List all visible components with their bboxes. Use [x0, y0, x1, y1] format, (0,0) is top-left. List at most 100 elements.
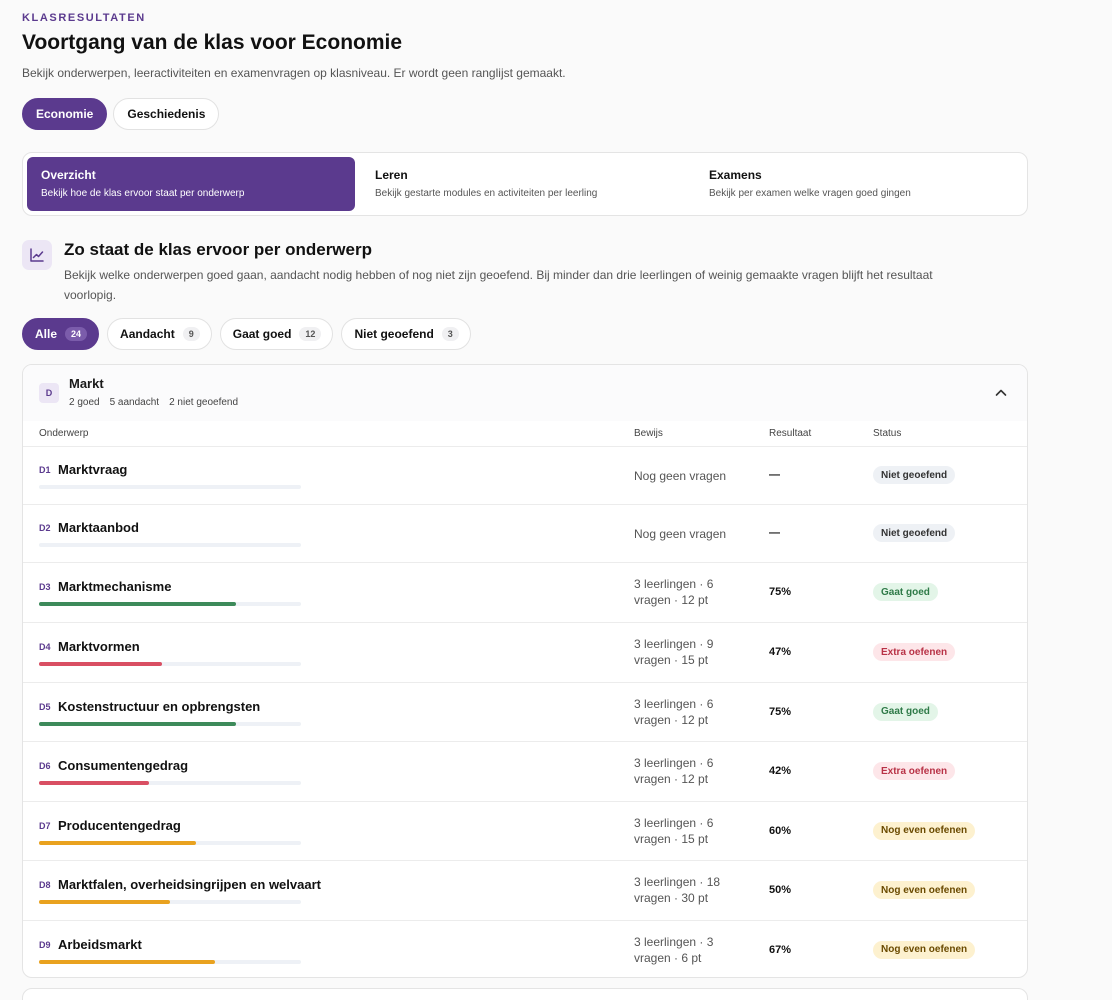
- status-badge: Nog even oefenen: [873, 821, 976, 840]
- status-badge: Nog even oefenen: [873, 881, 976, 899]
- topic-name: Marktmechanisme: [58, 579, 172, 594]
- progress-track: [39, 960, 301, 964]
- column-header-topic: Onderwerp: [39, 428, 89, 439]
- view-tab-description: Bekijk gestarte modules en activiteiten …: [375, 188, 598, 199]
- column-header-status: Status: [873, 428, 902, 439]
- progress-track: [39, 602, 301, 606]
- table-row[interactable]: D5 Kostenstructuur en opbrengsten 3 leerli…: [23, 683, 1027, 742]
- next-domain-card: [22, 988, 1028, 1000]
- result-value: —: [769, 527, 780, 539]
- table-row[interactable]: D6 Consumentengedrag 3 leerlingen · 6 vrage…: [23, 742, 1027, 802]
- filter-alle[interactable]: Alle 24: [22, 318, 100, 350]
- table-row[interactable]: D7 Producentengedrag 3 leerlingen · 6 vrage…: [23, 802, 1027, 861]
- view-tab-examens[interactable]: Examens Bekijk per examen welke vragen g…: [695, 157, 1023, 211]
- result-value: 60%: [769, 824, 792, 837]
- result-value: 42%: [769, 765, 792, 777]
- section-title: Zo staat de klas ervoor per onderwerp: [64, 240, 372, 259]
- evidence-line: vragen · 30 pt: [634, 891, 709, 905]
- status-filters: Alle 24 Aandacht 9 Gaat goed 12 Niet geo…: [22, 318, 471, 350]
- progress-fill: [39, 662, 163, 666]
- progress-track: [39, 841, 301, 845]
- evidence-line: vragen · 15 pt: [634, 832, 709, 846]
- progress-fill: [39, 781, 150, 785]
- table-header: Onderwerp Bewijs Resultaat Status: [23, 421, 1027, 447]
- progress-track: [39, 485, 301, 489]
- filter-aandacht[interactable]: Aandacht 9: [107, 318, 212, 350]
- summary-not-practiced: 2 niet geoefend: [169, 397, 239, 408]
- progress-track: [39, 543, 301, 547]
- result-value: 75%: [769, 586, 792, 598]
- topic-name: Kostenstructuur en opbrengsten: [58, 699, 261, 714]
- page-title: Voortgang van de klas voor Economie: [22, 31, 403, 54]
- table-row[interactable]: D4 Marktvormen 3 leerlingen · 9 vragen · 15…: [23, 623, 1027, 683]
- topic-code: D8: [39, 880, 51, 890]
- section-description: Bekijk welke onderwerpen goed gaan, aand…: [64, 268, 933, 302]
- filter-count: 9: [182, 327, 200, 341]
- view-tabs: Overzicht Bekijk hoe de klas ervoor staa…: [22, 152, 1028, 216]
- topic-name: Arbeidsmarkt: [58, 937, 142, 952]
- column-header-result: Resultaat: [769, 428, 812, 439]
- filter-count: 12: [299, 327, 322, 341]
- status-badge: Niet geoefend: [873, 466, 956, 484]
- table-row[interactable]: D9 Arbeidsmarkt 3 leerlingen · 3 vragen · 6…: [23, 921, 1027, 977]
- evidence-line: 3 leerlingen · 3: [634, 935, 714, 949]
- summary-attention: 5 aandacht: [109, 397, 160, 408]
- table-row[interactable]: D3 Marktmechanisme 3 leerlingen · 6 vragen …: [23, 563, 1027, 623]
- evidence-text: 3 leerlingen · 6 vragen · 12 pt: [634, 696, 734, 728]
- topic-name: Marktvormen: [58, 639, 140, 654]
- domain-title: Markt: [69, 376, 104, 391]
- filter-count: 3: [441, 327, 459, 341]
- trend-chart-icon: [22, 240, 52, 270]
- view-tab-label: Overzicht: [41, 168, 96, 182]
- filter-niet-geoefend[interactable]: Niet geoefend 3: [341, 318, 471, 350]
- subject-tab-geschiedenis[interactable]: Geschiedenis: [113, 98, 220, 130]
- page-subtitle: Bekijk onderwerpen, leeractiviteiten en …: [22, 66, 566, 80]
- domain-card-markt: D Markt 2 goed 5 aandacht 2 niet geoefen…: [22, 364, 1028, 978]
- evidence-line: 3 leerlingen · 9: [634, 637, 714, 651]
- table-row[interactable]: D8 Marktfalen, overheidsingrijpen en welv…: [23, 861, 1027, 921]
- status-badge: Extra oefenen: [873, 762, 956, 780]
- topic-code: D3: [39, 582, 51, 592]
- progress-track: [39, 722, 301, 726]
- progress-fill: [39, 722, 236, 726]
- topic-name: Producentengedrag: [58, 818, 181, 833]
- domain-summary: 2 goed 5 aandacht 2 niet geoefend: [69, 397, 238, 408]
- topic-code: D6: [39, 761, 51, 771]
- result-value: 75%: [769, 705, 792, 718]
- evidence-line: 3 leerlingen · 6: [634, 697, 714, 711]
- view-tab-leren[interactable]: Leren Bekijk gestarte modules en activit…: [361, 157, 689, 211]
- topic-code: D5: [39, 702, 51, 712]
- progress-fill: [39, 841, 197, 845]
- evidence-line: Nog geen vragen: [634, 527, 727, 541]
- filter-gaat-goed[interactable]: Gaat goed 12: [219, 318, 334, 350]
- filter-count: 24: [65, 327, 88, 341]
- topic-name: Marktfalen, overheidsingrijpen en welvaa…: [58, 877, 321, 892]
- result-value: 67%: [769, 943, 792, 956]
- view-tab-label: Leren: [375, 168, 408, 182]
- evidence-line: vragen · 12 pt: [634, 772, 709, 786]
- progress-track: [39, 900, 301, 904]
- result-value: 50%: [769, 884, 792, 896]
- filter-label: Gaat goed: [232, 327, 292, 341]
- evidence-line: 3 leerlingen · 6: [634, 756, 714, 770]
- topic-code: D2: [39, 523, 51, 533]
- subject-tab-economie[interactable]: Economie: [22, 98, 108, 130]
- table-row[interactable]: D2 Marktaanbod Nog geen vragen — Niet geoefe…: [23, 505, 1027, 563]
- progress-fill: [39, 602, 236, 606]
- evidence-text: 3 leerlingen · 6 vragen · 12 pt: [634, 576, 734, 608]
- filter-label: Alle: [35, 327, 58, 341]
- view-tab-overzicht[interactable]: Overzicht Bekijk hoe de klas ervoor staa…: [27, 157, 355, 211]
- topic-code: D7: [39, 821, 51, 831]
- result-value: —: [769, 469, 780, 481]
- summary-good: 2 goed: [69, 397, 100, 408]
- chevron-up-icon[interactable]: [991, 383, 1011, 403]
- evidence-text: 3 leerlingen · 9 vragen · 15 pt: [634, 636, 734, 668]
- evidence-text: 3 leerlingen · 3 vragen · 6 pt: [634, 934, 734, 966]
- view-tab-description: Bekijk per examen welke vragen goed ging…: [709, 188, 911, 199]
- status-badge: Extra oefenen: [873, 643, 956, 661]
- filter-label: Niet geoefend: [354, 327, 434, 341]
- domain-badge: D: [39, 383, 59, 403]
- table-row[interactable]: D1 Marktvraag Nog geen vragen — Niet geoefen…: [23, 447, 1027, 505]
- domain-header[interactable]: D Markt 2 goed 5 aandacht 2 niet geoefen…: [23, 365, 1027, 421]
- evidence-text: 3 leerlingen · 18 vragen · 30 pt: [634, 874, 734, 906]
